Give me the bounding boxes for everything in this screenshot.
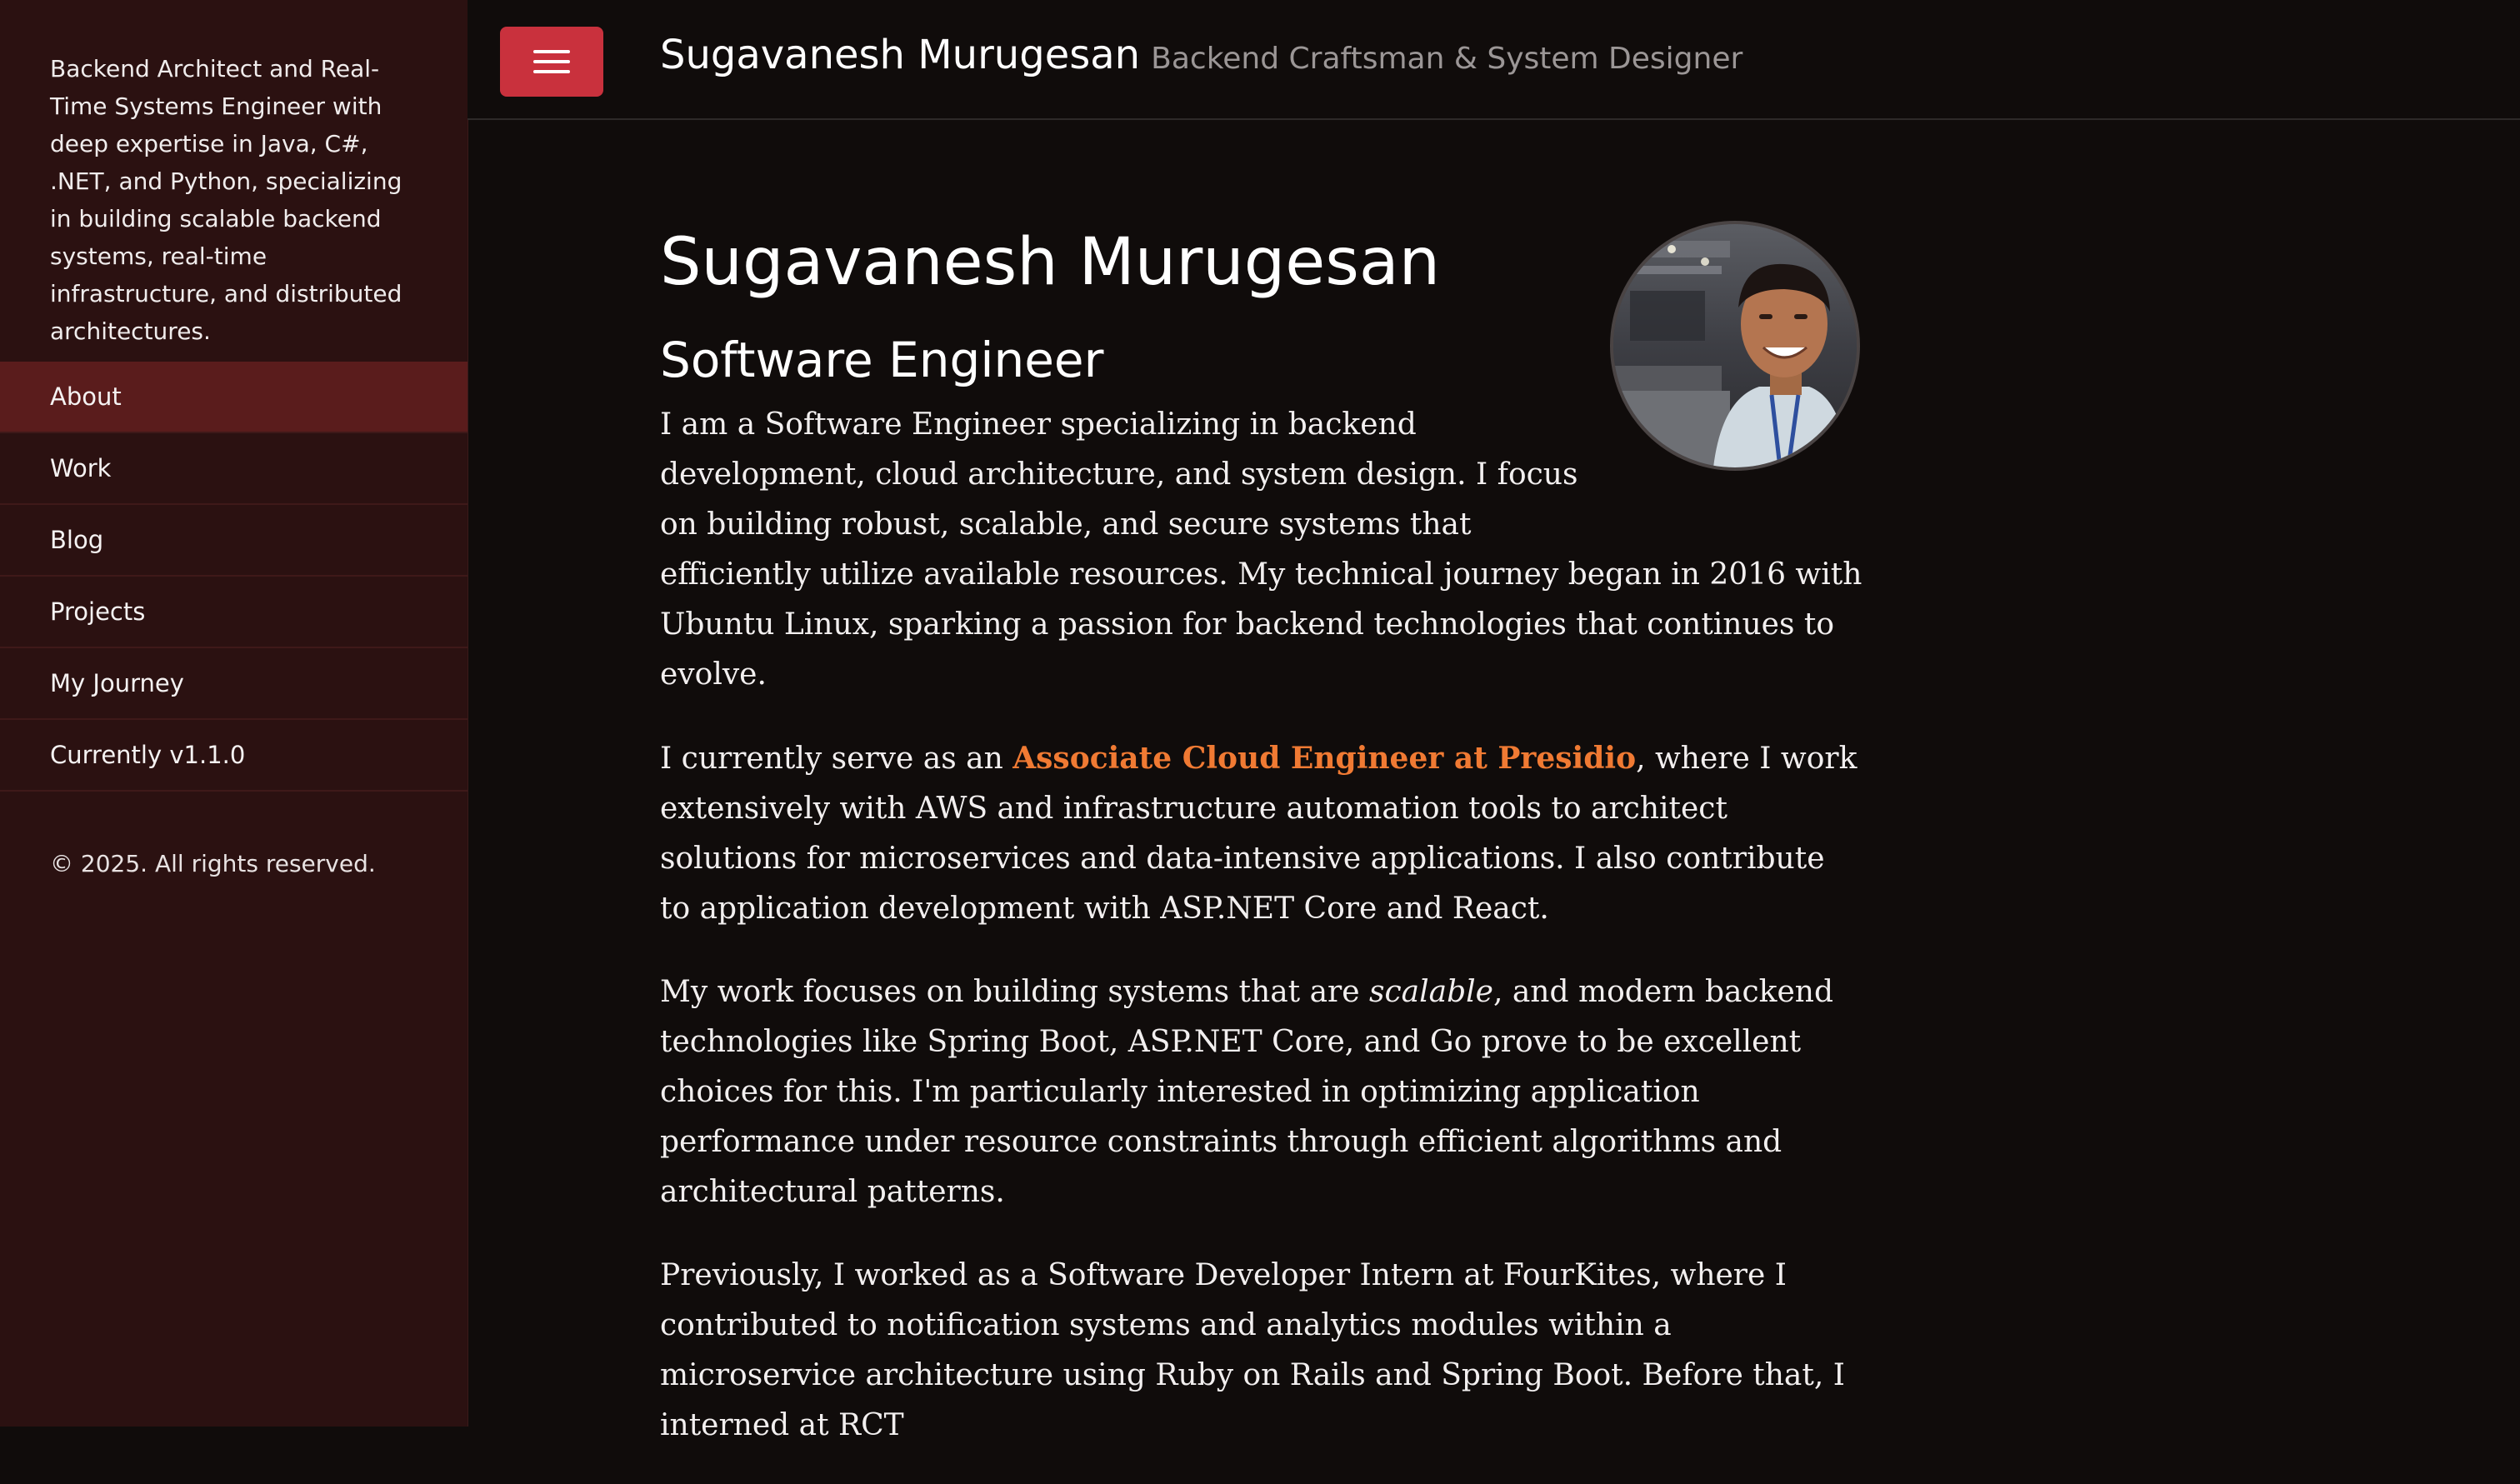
about-paragraph-2-lead: I currently serve as an [660,742,1013,776]
about-paragraph-3: My work focuses on building systems that… [660,967,1864,1217]
sidebar-item-currently[interactable]: Currently v1.1.0 [0,720,468,792]
sidebar-nav: About Work Blog Projects My Journey Curr… [0,362,468,792]
sidebar-intro: Backend Architect and Real-Time Systems … [50,55,402,345]
sidebar-item-projects[interactable]: Projects [0,577,468,648]
top-bar: Sugavanesh Murugesan Backend Craftsman &… [468,0,2520,120]
copyright-text: © 2025. All rights reserved. [50,850,376,877]
site-tagline: Backend Craftsman & System Designer [1151,42,1743,76]
about-paragraph-3-lead: My work focuses on building systems that… [660,975,1369,1009]
hamburger-menu-icon-bar [533,60,570,63]
avatar-float-spacer [1581,400,1864,550]
main-content: Sugavanesh Murugesan Software Engineer I… [660,220,1864,1484]
hamburger-menu-icon-bar [533,70,570,73]
sidebar-item-blog[interactable]: Blog [0,505,468,577]
page-title: Sugavanesh Murugesan [660,225,1441,300]
about-paragraph-3-rest: , and modern backend technologies like S… [660,975,1833,1209]
scalable-emphasis: scalable [1369,975,1493,1009]
about-paragraph-2: I currently serve as an Associate Cloud … [660,733,1864,934]
menu-button[interactable] [500,27,603,97]
presidio-link[interactable]: Associate Cloud Engineer at Presidio [1012,741,1636,776]
sidebar-item-my-journey[interactable]: My Journey [0,648,468,720]
about-paragraph-1: I am a Software Engineer specializing in… [660,400,1864,700]
site-name-link[interactable]: Sugavanesh Murugesan [660,32,1140,78]
about-paragraph-4: Previously, I worked as a Software Devel… [660,1258,1845,1442]
site-title: Sugavanesh Murugesan Backend Craftsman &… [660,32,1742,78]
role-subtitle: Software Engineer [660,332,1104,388]
sidebar: Backend Architect and Real-Time Systems … [0,0,468,1427]
sidebar-item-about[interactable]: About [0,362,468,433]
sidebar-item-work[interactable]: Work [0,433,468,505]
hamburger-menu-icon [533,50,570,53]
